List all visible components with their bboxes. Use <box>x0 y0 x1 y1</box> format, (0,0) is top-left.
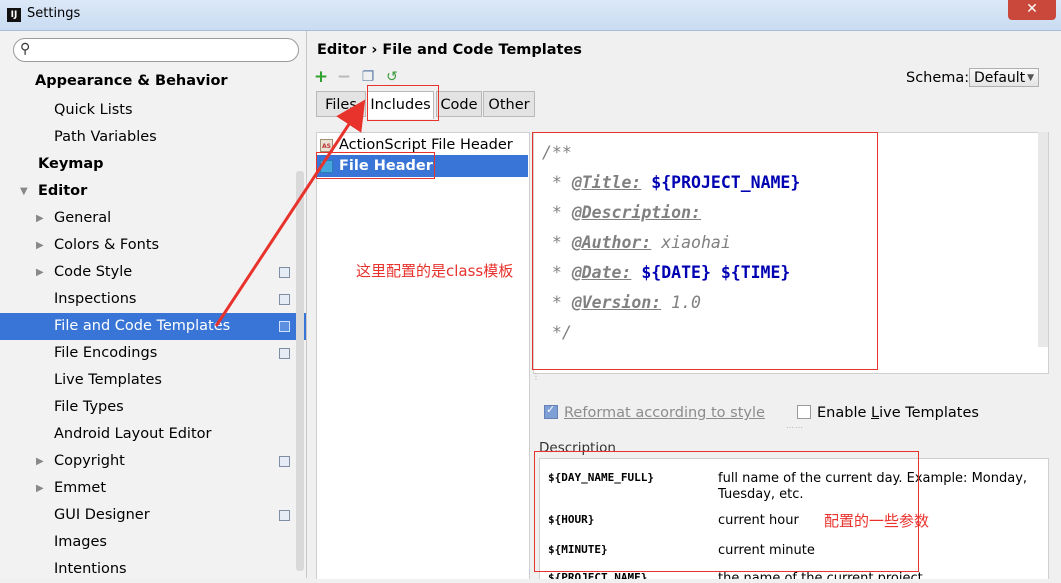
annotation-arrow <box>214 99 366 327</box>
